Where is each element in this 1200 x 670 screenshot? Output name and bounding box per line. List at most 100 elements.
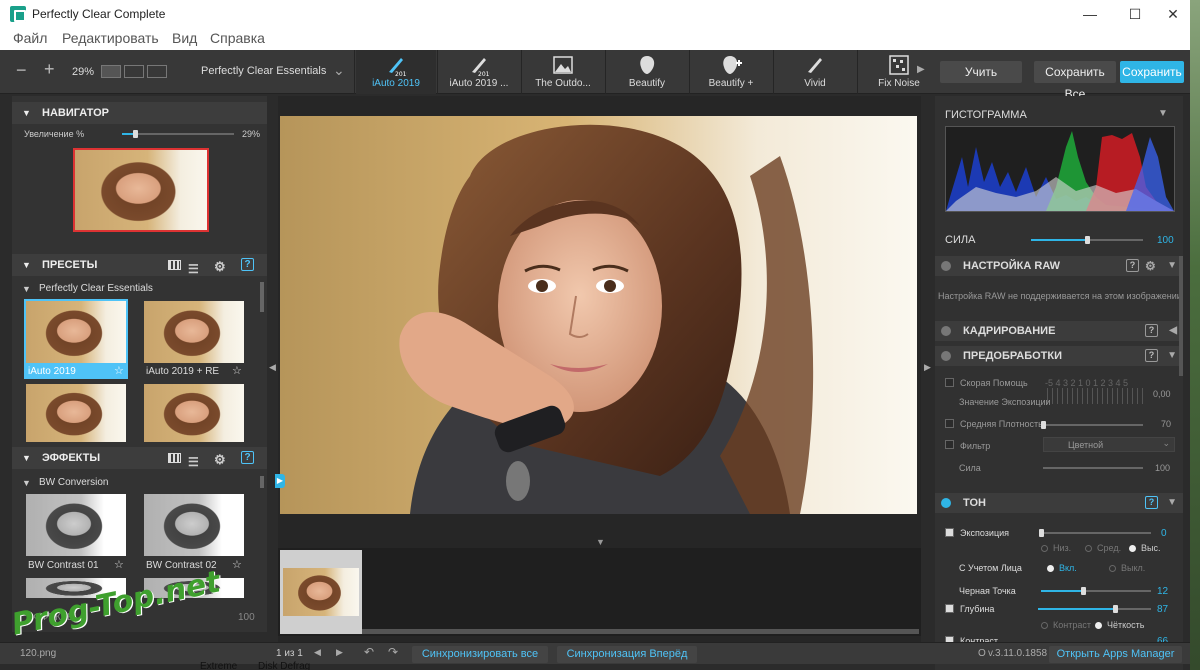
favorite-star-icon[interactable]: ☆ bbox=[232, 364, 242, 377]
gear-icon[interactable]: ⚙ bbox=[1145, 256, 1156, 276]
black-point-slider[interactable] bbox=[1041, 587, 1151, 595]
section-toggle-icon[interactable] bbox=[941, 326, 951, 336]
contrast-radio[interactable] bbox=[1041, 622, 1048, 629]
save-button[interactable]: Сохранить bbox=[1120, 61, 1184, 83]
redo-icon[interactable]: ↷ bbox=[388, 645, 398, 659]
section-toggle-icon[interactable] bbox=[941, 261, 951, 271]
slider-knob[interactable] bbox=[1039, 529, 1044, 537]
menu-file[interactable]: Файл bbox=[13, 30, 47, 46]
filmstrip-scrollbar[interactable] bbox=[362, 629, 919, 634]
preset-outdoor[interactable]: The Outdo... bbox=[522, 50, 604, 94]
tone-header[interactable]: ТОН ? ▼ bbox=[935, 493, 1183, 513]
density-checkbox[interactable] bbox=[945, 419, 954, 428]
grid-view-icon[interactable] bbox=[168, 260, 181, 270]
zoom-out-icon[interactable]: − bbox=[16, 60, 27, 81]
effects-scrollbar[interactable] bbox=[260, 476, 264, 488]
histogram-menu-icon[interactable]: ▼ bbox=[1158, 108, 1168, 119]
preset-fix-noise[interactable]: Fix Noise bbox=[858, 50, 940, 94]
favorite-star-icon[interactable]: ☆ bbox=[114, 558, 124, 571]
favorite-star-icon[interactable]: ☆ bbox=[232, 558, 242, 571]
chevron-down-icon[interactable]: ▼ bbox=[1167, 256, 1177, 276]
panel-collapse-down-icon[interactable]: ▼ bbox=[596, 537, 605, 547]
navigator-preview[interactable] bbox=[73, 148, 209, 232]
preset-beautify-plus[interactable]: Beautify + bbox=[690, 50, 772, 94]
slider-knob[interactable] bbox=[1085, 236, 1090, 244]
face-on-radio[interactable] bbox=[1047, 565, 1054, 572]
zoom-in-icon[interactable]: + bbox=[44, 59, 55, 80]
close-icon[interactable]: ✕ bbox=[1150, 0, 1190, 28]
undo-icon[interactable]: ↶ bbox=[364, 645, 374, 659]
preset-thumbnail[interactable] bbox=[26, 384, 126, 442]
sync-all-button[interactable]: Синхронизировать все bbox=[412, 646, 548, 663]
collapse-right-icon[interactable]: ▶ bbox=[924, 362, 931, 373]
chevron-left-icon[interactable]: ◀ bbox=[1169, 321, 1177, 341]
list-view-icon[interactable]: ☰ bbox=[188, 258, 199, 280]
filter-select[interactable]: Цветной ⌄ bbox=[1043, 437, 1175, 452]
radio-low[interactable] bbox=[1041, 545, 1048, 552]
help-icon[interactable]: ? bbox=[1126, 259, 1139, 272]
chevron-right-icon[interactable]: ▶ bbox=[917, 64, 925, 75]
learn-button[interactable]: Учить bbox=[940, 61, 1022, 83]
view-compare-icon[interactable] bbox=[147, 65, 167, 78]
sync-forward-button[interactable]: Синхронизация Вперёд bbox=[557, 646, 697, 663]
list-view-icon[interactable]: ☰ bbox=[188, 451, 199, 473]
raw-settings-header[interactable]: НАСТРОЙКА RAW ? ⚙ ▼ bbox=[935, 256, 1183, 276]
preset-thumbnail[interactable] bbox=[144, 384, 244, 442]
group-collapse-icon[interactable]: ▼ bbox=[22, 478, 31, 488]
chevron-down-icon[interactable]: ⌄ bbox=[333, 62, 345, 79]
right-scrollbar[interactable] bbox=[1179, 256, 1183, 376]
radio-mid[interactable] bbox=[1085, 545, 1092, 552]
effect-card-bw-contrast-01[interactable]: BW Contrast 01 ☆ bbox=[24, 492, 128, 572]
save-all-button[interactable]: Сохранить Все bbox=[1034, 61, 1116, 101]
preset-vivid[interactable]: Vivid bbox=[774, 50, 856, 94]
preprocess-header[interactable]: ПРЕДОБРАБОТКИ ? ▼ bbox=[935, 346, 1183, 366]
preset-iauto-2019[interactable]: 2019 iAuto 2019 bbox=[356, 50, 436, 94]
presets-header[interactable]: ▼ ПРЕСЕТЫ ☰ ⚙ ? bbox=[12, 254, 267, 276]
gear-icon[interactable]: ⚙ bbox=[214, 449, 226, 471]
effects-header[interactable]: ▼ ЭФФЕКТЫ ☰ ⚙ ? bbox=[12, 447, 267, 469]
clarity-radio[interactable] bbox=[1095, 622, 1102, 629]
preset-card-iauto-2019-re[interactable]: iAuto 2019 + RE ☆ bbox=[144, 299, 248, 379]
chevron-down-icon[interactable]: ▼ bbox=[1167, 346, 1177, 366]
radio-high[interactable] bbox=[1129, 545, 1136, 552]
main-photo[interactable] bbox=[280, 116, 917, 514]
strength-slider[interactable] bbox=[1031, 236, 1143, 244]
menu-help[interactable]: Справка bbox=[210, 30, 265, 46]
help-icon[interactable]: ? bbox=[1145, 349, 1158, 362]
collapse-left-icon[interactable]: ◀ bbox=[269, 362, 276, 373]
effect-card-bw-contrast-02[interactable]: BW Contrast 02 ☆ bbox=[144, 492, 248, 572]
help-icon[interactable]: ? bbox=[1145, 324, 1158, 337]
preset-card-iauto-2019[interactable]: iAuto 2019 ☆ bbox=[24, 299, 128, 379]
crop-header[interactable]: КАДРИРОВАНИЕ ? ◀ bbox=[935, 321, 1183, 341]
help-icon[interactable]: ? bbox=[241, 258, 254, 271]
next-icon[interactable]: ▶ bbox=[336, 647, 343, 658]
help-icon[interactable]: ? bbox=[1145, 496, 1158, 509]
force-slider[interactable] bbox=[1043, 467, 1143, 469]
view-split-icon[interactable] bbox=[124, 65, 144, 78]
face-off-radio[interactable] bbox=[1109, 565, 1116, 572]
exposure-checkbox[interactable] bbox=[945, 528, 954, 537]
minimize-icon[interactable]: — bbox=[1067, 0, 1113, 28]
filter-checkbox[interactable] bbox=[945, 440, 954, 449]
open-apps-manager-button[interactable]: Открыть Apps Manager bbox=[1049, 646, 1182, 663]
group-collapse-icon[interactable]: ▼ bbox=[22, 284, 31, 294]
favorite-star-icon[interactable]: ☆ bbox=[114, 364, 124, 377]
gear-icon[interactable]: ⚙ bbox=[214, 256, 226, 278]
depth-checkbox[interactable] bbox=[945, 604, 954, 613]
exposure-scale-ticks[interactable] bbox=[1047, 388, 1147, 404]
exposure-slider[interactable] bbox=[1039, 529, 1151, 537]
menu-edit[interactable]: Редактировать bbox=[62, 30, 159, 46]
menu-view[interactable]: Вид bbox=[172, 30, 197, 46]
slider-knob[interactable] bbox=[1041, 421, 1046, 429]
navigator-header[interactable]: ▼ НАВИГАТОР bbox=[12, 102, 267, 124]
chevron-down-icon[interactable]: ▼ bbox=[1167, 493, 1177, 513]
help-icon[interactable]: ? bbox=[241, 451, 254, 464]
side-expand-icon[interactable]: ▶ bbox=[275, 474, 285, 488]
slider-knob[interactable] bbox=[1080, 587, 1086, 595]
filmstrip-item[interactable] bbox=[280, 550, 362, 634]
presets-scrollbar[interactable] bbox=[260, 282, 264, 312]
prev-icon[interactable]: ◀ bbox=[314, 647, 321, 658]
desktop-item-disk-defrag[interactable]: Disk Defrag bbox=[258, 661, 310, 670]
grid-view-icon[interactable] bbox=[168, 453, 181, 463]
section-toggle-icon[interactable] bbox=[941, 351, 951, 361]
